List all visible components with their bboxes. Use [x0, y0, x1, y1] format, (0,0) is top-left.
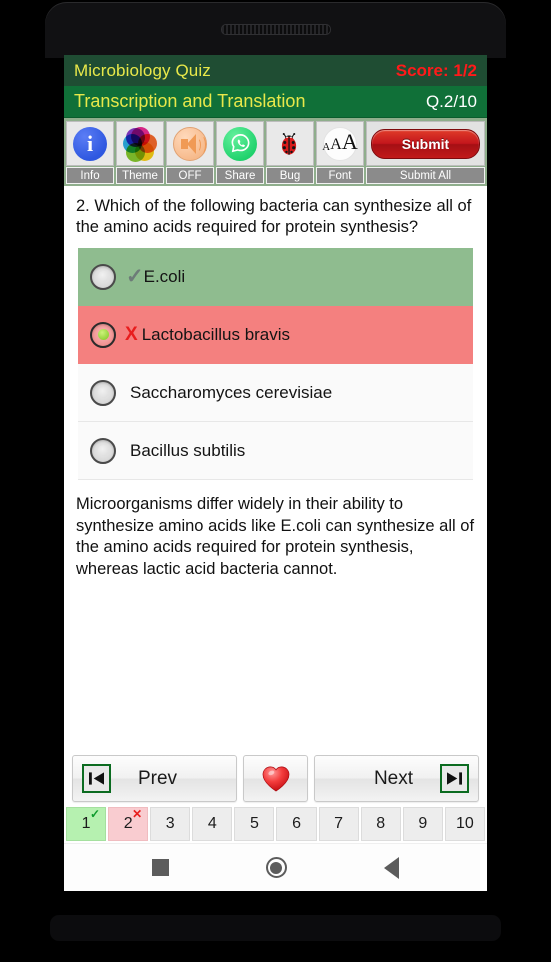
page-button-1[interactable]: ✓ 1: [66, 807, 107, 841]
question-pagination: ✓ 1 ✕ 2 3 4 5 6 7 8 9 10: [64, 807, 487, 843]
page-3-label: 3: [165, 815, 175, 832]
theme-button[interactable]: [116, 121, 164, 166]
toolbar-label-bug[interactable]: Bug: [266, 167, 314, 184]
page-4-label: 4: [207, 815, 217, 832]
earpiece-speaker-grille: [220, 24, 331, 35]
question-counter: Q.2/10: [425, 91, 477, 111]
answer-options-list: ✓ E.coli X Lactobacillus bravis Saccharo…: [64, 244, 487, 481]
triangle-back-icon[interactable]: [383, 856, 399, 879]
quiz-content: 2. Which of the following bacteria can s…: [64, 186, 487, 891]
answer-option-2[interactable]: X Lactobacillus bravis: [78, 306, 473, 365]
prev-button-label: Prev: [137, 767, 178, 789]
android-system-navigation-bar: [64, 843, 487, 891]
submit-button[interactable]: Submit: [370, 128, 481, 159]
page-2-status-cross-icon: ✕: [132, 807, 143, 821]
next-button[interactable]: Next: [314, 755, 479, 802]
incorrect-cross-icon: X: [125, 323, 138, 345]
app-title: Microbiology Quiz: [74, 60, 211, 80]
page-9-label: 9: [418, 815, 428, 832]
app-title-bar: Microbiology Quiz Score: 1/2: [64, 55, 487, 86]
page-10-label: 10: [455, 815, 474, 832]
font-size-button[interactable]: AAA: [316, 121, 364, 166]
page-button-9[interactable]: 9: [402, 807, 443, 841]
page-button-2[interactable]: ✕ 2: [108, 807, 149, 841]
phone-screen: Microbiology Quiz Score: 1/2 Transcripti…: [64, 55, 487, 891]
answer-option-1[interactable]: ✓ E.coli: [78, 248, 473, 307]
radio-button-4[interactable]: [90, 437, 116, 464]
info-icon: i: [73, 126, 107, 161]
answer-option-1-label: E.coli: [143, 266, 186, 286]
page-button-4[interactable]: 4: [192, 807, 233, 841]
radio-button-3[interactable]: [90, 379, 116, 406]
page-1-status-check-icon: ✓: [90, 807, 101, 821]
page-5-label: 5: [249, 815, 259, 832]
question-navigation-bar: Prev Next: [64, 749, 487, 807]
submit-all-button[interactable]: Submit: [366, 121, 485, 166]
page-button-5[interactable]: 5: [234, 807, 275, 841]
favorite-button[interactable]: [243, 755, 308, 802]
page-7-label: 7: [334, 815, 344, 832]
answer-option-2-label: Lactobacillus bravis: [141, 324, 291, 344]
question-text: 2. Which of the following bacteria can s…: [76, 197, 472, 237]
sound-toggle-button[interactable]: [166, 121, 214, 166]
score-display: Score: 1/2: [395, 60, 477, 80]
toolbar-label-row: Info Theme OFF Share Bug Font Submit All: [64, 166, 487, 186]
heart-icon: [261, 765, 291, 792]
page-button-6[interactable]: 6: [276, 807, 317, 841]
info-button[interactable]: i: [66, 121, 114, 166]
ladybug-icon: [274, 128, 306, 160]
font-size-icon: AAA: [322, 126, 358, 161]
phone-top-bezel: [45, 2, 506, 58]
theme-palette-icon: [123, 126, 157, 162]
page-button-8[interactable]: 8: [360, 807, 401, 841]
toolbar-label-share[interactable]: Share: [216, 167, 264, 184]
toolbar-label-theme[interactable]: Theme: [116, 167, 164, 184]
toolbar-label-font[interactable]: Font: [316, 167, 364, 184]
toolbar-label-off[interactable]: OFF: [166, 167, 214, 184]
share-button[interactable]: [216, 121, 264, 166]
answer-option-4[interactable]: Bacillus subtilis: [78, 422, 473, 481]
bug-report-button[interactable]: [266, 121, 314, 166]
answer-option-3-label: Saccharomyces cerevisiae: [130, 382, 333, 402]
answer-option-3[interactable]: Saccharomyces cerevisiae: [78, 364, 473, 423]
sound-off-icon: [173, 126, 207, 161]
toolbar-label-submit-all[interactable]: Submit All: [366, 167, 485, 184]
page-button-7[interactable]: 7: [318, 807, 359, 841]
circle-home-icon[interactable]: [265, 857, 287, 878]
page-6-label: 6: [292, 815, 301, 832]
skip-previous-icon: [82, 764, 111, 793]
radio-button-2[interactable]: [90, 321, 116, 348]
phone-bottom-bezel: [50, 915, 501, 941]
answer-option-4-label: Bacillus subtilis: [130, 440, 246, 460]
radio-button-1[interactable]: [90, 263, 116, 290]
chapter-bar: Transcription and Translation Q.2/10: [64, 86, 487, 118]
explanation-text: Microorganisms differ widely in their ab…: [76, 495, 475, 578]
whatsapp-share-icon: [223, 126, 257, 161]
page-button-3[interactable]: 3: [150, 807, 191, 841]
page-8-label: 8: [376, 815, 386, 832]
page-button-10[interactable]: 10: [444, 807, 485, 841]
phone-frame: Microbiology Quiz Score: 1/2 Transcripti…: [0, 0, 551, 962]
next-button-label: Next: [373, 767, 414, 789]
square-recents-icon[interactable]: [152, 859, 170, 876]
toolbar: i A A A Submit: [64, 118, 487, 166]
skip-next-icon: [440, 764, 469, 793]
prev-button[interactable]: Prev: [72, 755, 237, 802]
chapter-title: Transcription and Translation: [74, 91, 306, 111]
correct-check-icon: ✓: [126, 265, 144, 289]
toolbar-label-info[interactable]: Info: [66, 167, 114, 184]
